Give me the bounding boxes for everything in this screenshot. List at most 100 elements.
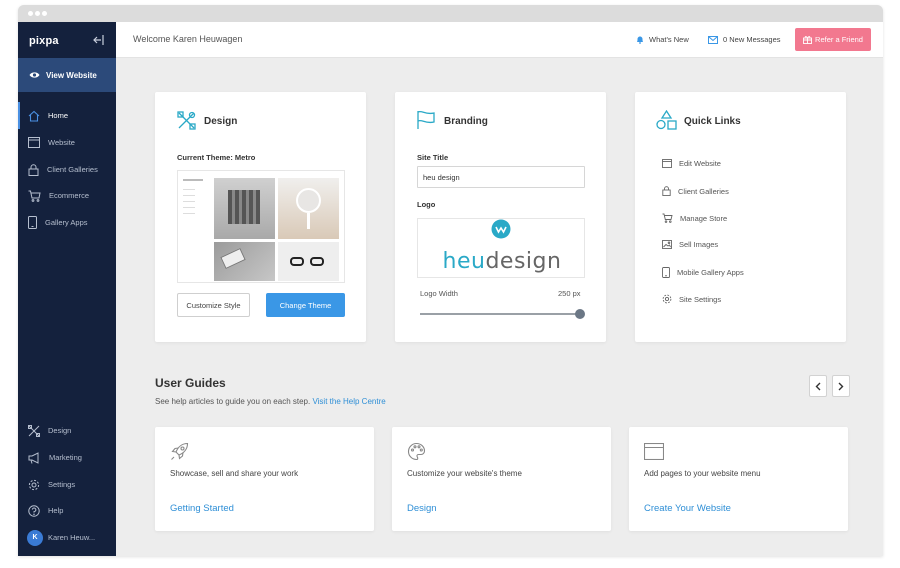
card-title: Design: [204, 116, 238, 127]
eye-icon: [29, 72, 40, 78]
browser-window-icon: [662, 159, 672, 168]
quick-link-label: Sell Images: [679, 240, 719, 249]
previous-button[interactable]: [809, 375, 827, 397]
design-card: Design Current Theme: Metro Customize St…: [155, 92, 366, 342]
logo-width-slider-track[interactable]: [420, 313, 580, 315]
window-titlebar: [18, 5, 883, 22]
quick-link-sell-images[interactable]: Sell Images: [662, 240, 718, 249]
refer-friend-button[interactable]: Refer a Friend: [795, 28, 871, 51]
help-centre-link[interactable]: Visit the Help Centre: [312, 397, 385, 406]
user-name: Karen Heuw...: [48, 533, 96, 542]
guide-description: Showcase, sell and share your work: [170, 469, 299, 478]
preview-line: [183, 195, 195, 196]
logo-width-slider-thumb[interactable]: [575, 309, 585, 319]
logo-label: Logo: [417, 200, 436, 209]
quick-link-label: Edit Website: [679, 159, 721, 168]
gear-icon: [28, 479, 40, 490]
sidebar-user-profile[interactable]: K Karen Heuw...: [18, 524, 116, 551]
mobile-phone-icon: [28, 216, 37, 229]
quick-link-label: Mobile Gallery Apps: [677, 268, 744, 277]
guide-description: Customize your website's theme: [407, 469, 522, 478]
guide-link-create-website[interactable]: Create Your Website: [644, 503, 731, 514]
user-guides-title: User Guides: [155, 376, 226, 390]
sidebar-item-label: Settings: [48, 480, 76, 489]
site-title-input[interactable]: heu design: [417, 166, 585, 188]
guide-description: Add pages to your website menu: [644, 469, 761, 478]
chevron-left-icon: [815, 382, 821, 390]
preview-image-books: [214, 178, 275, 239]
gift-icon: [803, 36, 812, 44]
mobile-phone-icon: [662, 267, 670, 278]
sidebar-item-marketing[interactable]: Marketing: [18, 444, 116, 471]
welcome-message: Welcome Karen Heuwagen: [133, 34, 243, 44]
preview-image-fan: [278, 178, 339, 239]
top-bar: Welcome Karen Heuwagen What's New 0 New …: [116, 22, 883, 58]
browser-window-icon: [644, 443, 664, 460]
customize-style-button[interactable]: Customize Style: [177, 293, 250, 317]
guide-card[interactable]: Customize your website's theme Design: [392, 427, 611, 531]
sidebar-item-design[interactable]: Design: [18, 417, 116, 444]
guide-link-design[interactable]: Design: [407, 503, 437, 514]
sidebar-item-help[interactable]: Help: [18, 497, 116, 524]
user-guides-subtitle-text: See help articles to guide you on each s…: [155, 397, 311, 406]
sidebar-item-label: Marketing: [49, 453, 82, 462]
messages-link[interactable]: 0 New Messages: [708, 35, 781, 44]
home-icon: [28, 110, 40, 122]
whats-new-link[interactable]: What's New: [636, 35, 689, 44]
guide-card[interactable]: Showcase, sell and share your work Getti…: [155, 427, 374, 531]
flag-icon: [417, 110, 435, 129]
sidebar-item-label: Ecommerce: [49, 191, 90, 200]
quick-link-client-galleries[interactable]: Client Galleries: [662, 186, 729, 196]
quick-link-label: Client Galleries: [678, 186, 729, 196]
change-theme-button[interactable]: Change Theme: [266, 293, 345, 317]
theme-preview[interactable]: [177, 170, 345, 283]
brand-logo[interactable]: pixpa: [29, 35, 59, 47]
chevron-right-icon: [838, 382, 844, 390]
sidebar-item-client-galleries[interactable]: Client Galleries: [18, 156, 116, 183]
preview-line: [183, 189, 195, 190]
design-tools-icon: [177, 111, 196, 130]
envelope-icon: [708, 35, 718, 44]
sidebar-item-label: Design: [48, 426, 72, 435]
bell-icon: [637, 36, 643, 44]
logo-mark-icon: [491, 219, 511, 239]
sidebar-item-settings[interactable]: Settings: [18, 471, 116, 498]
preview-line: [183, 207, 195, 208]
quick-link-label: Site Settings: [679, 294, 722, 304]
next-button[interactable]: [832, 375, 850, 397]
sidebar-item-home[interactable]: Home: [18, 102, 116, 129]
sidebar-item-label: Gallery Apps: [45, 218, 88, 227]
logo-preview[interactable]: heudesign: [417, 218, 585, 278]
shapes-icon: [656, 110, 677, 130]
sidebar-item-label: Website: [48, 138, 75, 147]
guide-card[interactable]: Add pages to your website menu Create Yo…: [629, 427, 848, 531]
sidebar-item-website[interactable]: Website: [18, 129, 116, 156]
help-icon: [28, 504, 40, 517]
sidebar-item-ecommerce[interactable]: Ecommerce: [18, 182, 116, 209]
card-title: Quick Links: [684, 116, 741, 127]
branding-card: Branding Site Title heu design Logo heud…: [395, 92, 606, 342]
preview-image-phone: [214, 242, 275, 281]
user-guides-subtitle: See help articles to guide you on each s…: [155, 397, 386, 406]
preview-line: [183, 179, 203, 181]
logo-text-heu: heu: [442, 249, 486, 274]
collapse-sidebar-icon[interactable]: [92, 33, 106, 47]
quick-link-mobile-gallery-apps[interactable]: Mobile Gallery Apps: [662, 267, 744, 278]
sidebar-item-gallery-apps[interactable]: Gallery Apps: [18, 209, 116, 236]
browser-window-icon: [28, 137, 40, 148]
quick-link-site-settings[interactable]: Site Settings: [662, 294, 721, 304]
quick-link-edit-website[interactable]: Edit Website: [662, 159, 721, 168]
cart-icon: [28, 190, 41, 202]
quick-links-card: Quick Links Edit Website Client Gallerie…: [635, 92, 846, 342]
messages-label: 0 New Messages: [723, 35, 781, 44]
avatar: K: [27, 529, 43, 546]
preview-line: [183, 201, 195, 202]
guide-link-getting-started[interactable]: Getting Started: [170, 503, 234, 514]
view-website-button[interactable]: View Website: [18, 58, 116, 92]
quick-link-label: Manage Store: [680, 213, 728, 223]
window-dot: [42, 11, 47, 16]
logo-width-label: Logo Width: [420, 289, 458, 298]
quick-link-manage-store[interactable]: Manage Store: [662, 213, 727, 223]
browser-window: pixpa View Website Home Website Client G…: [18, 5, 883, 556]
logo-text-design: design: [485, 249, 562, 274]
